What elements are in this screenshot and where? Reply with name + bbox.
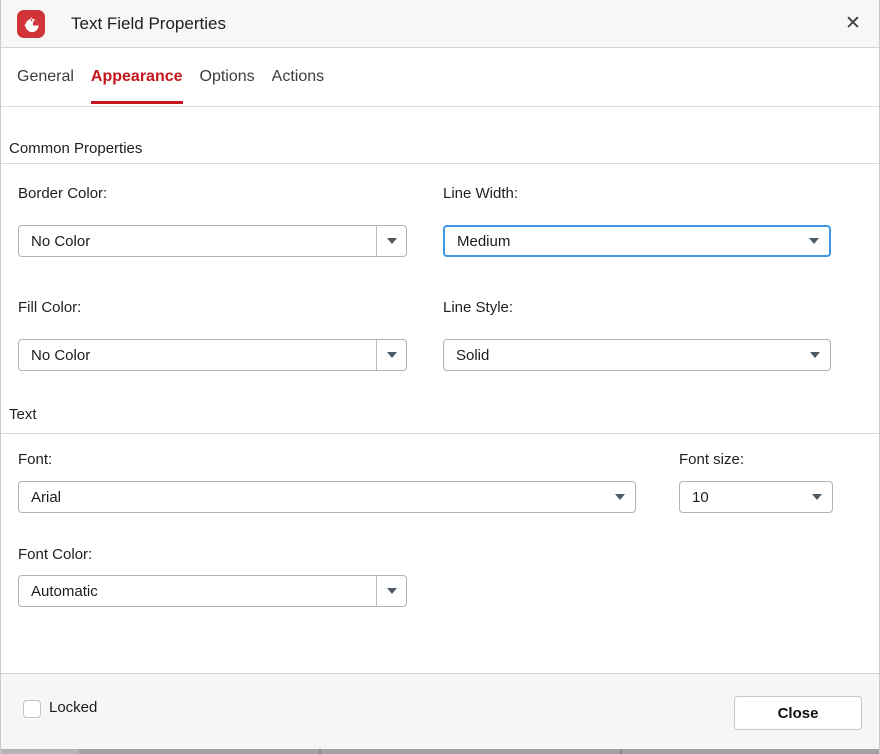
- section-text: Text: [9, 406, 37, 423]
- chevron-down-icon: [810, 352, 820, 358]
- font-size-dropdown[interactable]: 10: [679, 481, 833, 513]
- app-logo-icon: [17, 10, 45, 38]
- font-color-dropdown[interactable]: Automatic: [18, 575, 407, 607]
- font-arrow: [605, 482, 635, 512]
- font-dropdown[interactable]: Arial: [18, 481, 636, 513]
- text-field-properties-dialog: Text Field Properties ✕ General Appearan…: [0, 0, 880, 754]
- tab-options[interactable]: Options: [200, 48, 255, 107]
- font-size-arrow: [802, 482, 832, 512]
- line-width-label: Line Width:: [443, 185, 518, 202]
- line-style-label: Line Style:: [443, 299, 513, 316]
- locked-checkbox[interactable]: [23, 700, 41, 718]
- background-window-separator: [620, 749, 622, 754]
- font-color-label: Font Color:: [18, 546, 92, 563]
- line-width-value: Medium: [445, 233, 799, 250]
- divider: [1, 433, 880, 434]
- line-width-arrow: [799, 227, 829, 255]
- fill-color-label: Fill Color:: [18, 299, 81, 316]
- border-color-dropdown[interactable]: No Color: [18, 225, 407, 257]
- close-icon[interactable]: ✕: [833, 0, 873, 47]
- line-style-arrow: [800, 340, 830, 370]
- font-color-arrow-button[interactable]: [376, 576, 406, 606]
- background-window-edge: [1, 749, 880, 754]
- tab-actions[interactable]: Actions: [272, 48, 324, 107]
- tab-appearance[interactable]: Appearance: [91, 48, 183, 107]
- chevron-down-icon: [812, 494, 822, 500]
- section-common-properties: Common Properties: [9, 140, 142, 157]
- font-color-value: Automatic: [19, 583, 376, 600]
- tab-bar: General Appearance Options Actions: [1, 48, 880, 107]
- line-width-dropdown[interactable]: Medium: [443, 225, 831, 257]
- font-size-label: Font size:: [679, 451, 744, 468]
- fill-color-dropdown[interactable]: No Color: [18, 339, 407, 371]
- line-style-value: Solid: [444, 347, 800, 364]
- divider: [1, 163, 880, 164]
- border-color-value: No Color: [19, 233, 376, 250]
- font-size-value: 10: [680, 489, 802, 506]
- font-value: Arial: [19, 489, 605, 506]
- chevron-down-icon: [387, 238, 397, 244]
- font-label: Font:: [18, 451, 52, 468]
- dialog-title: Text Field Properties: [71, 0, 226, 48]
- title-bar: Text Field Properties ✕: [1, 0, 880, 48]
- chevron-down-icon: [387, 588, 397, 594]
- background-window-segment: [1, 749, 79, 754]
- tab-general[interactable]: General: [17, 48, 74, 107]
- fill-color-arrow-button[interactable]: [376, 340, 406, 370]
- border-color-label: Border Color:: [18, 185, 107, 202]
- background-window-separator: [319, 749, 321, 754]
- chevron-down-icon: [387, 352, 397, 358]
- chevron-down-icon: [809, 238, 819, 244]
- locked-label: Locked: [49, 699, 97, 716]
- footer-bar: Locked Close: [1, 673, 880, 749]
- border-color-arrow-button[interactable]: [376, 226, 406, 256]
- close-button[interactable]: Close: [734, 696, 862, 730]
- chevron-down-icon: [615, 494, 625, 500]
- fill-color-value: No Color: [19, 347, 376, 364]
- line-style-dropdown[interactable]: Solid: [443, 339, 831, 371]
